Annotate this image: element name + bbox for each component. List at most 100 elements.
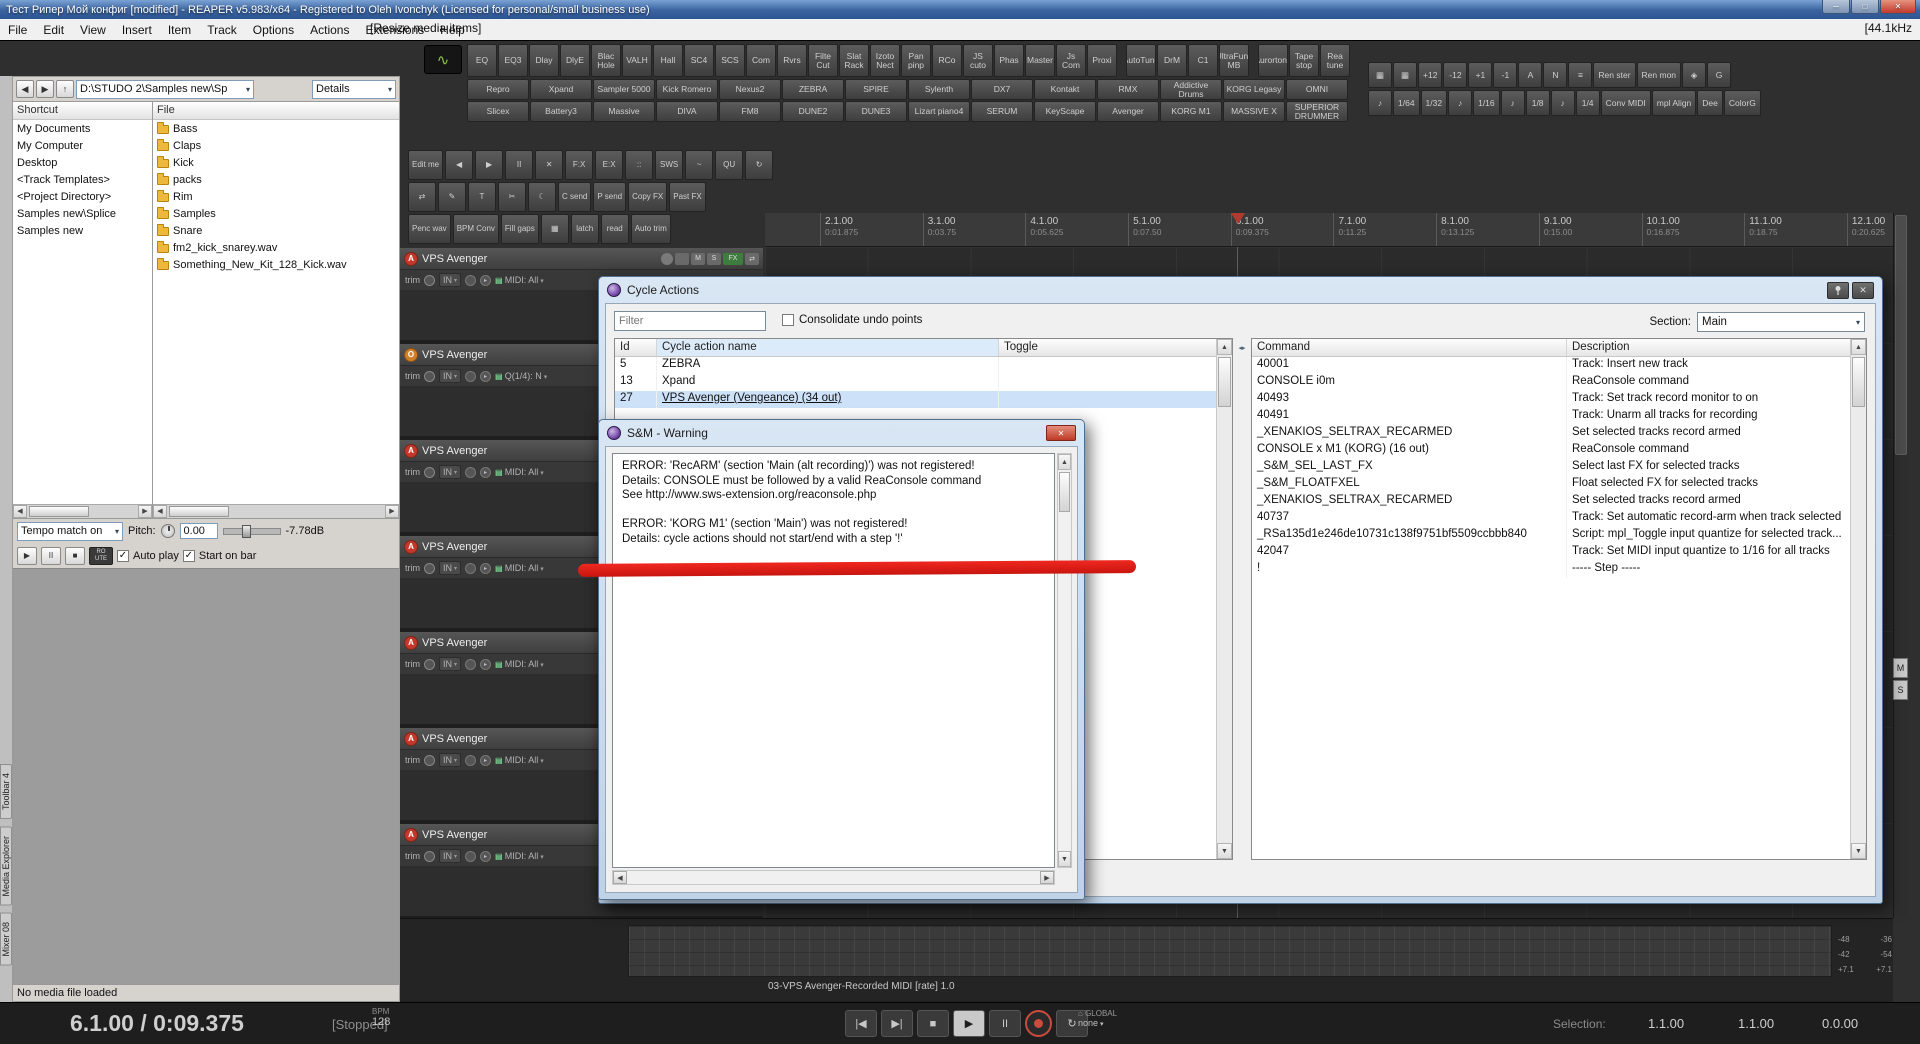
pitch-knob[interactable]	[160, 524, 175, 538]
docker-tab[interactable]: Toolbar 4	[0, 763, 12, 819]
close-icon[interactable]: ✕	[1852, 281, 1874, 299]
record-arm-button[interactable]: A	[404, 443, 418, 458]
toolbar-button[interactable]: ♪	[1368, 90, 1392, 116]
instrument-button[interactable]: Xpand	[530, 79, 592, 100]
toolbar-button[interactable]: JS cuto	[963, 44, 993, 77]
track-toolbar-button[interactable]: II	[505, 150, 534, 180]
monitor-play-button[interactable]: ▸	[480, 370, 492, 382]
cycle-table-vscrollbar[interactable]: ▲ ▼	[1216, 339, 1232, 859]
warning-vscrollbar[interactable]: ▲ ▼	[1057, 453, 1072, 868]
track-toolbar-button[interactable]: SWS	[655, 150, 684, 180]
track-toolbar-button[interactable]: ↻	[745, 150, 774, 180]
toolbar-button[interactable]: Proxi	[1087, 44, 1117, 77]
volume-knob[interactable]	[424, 562, 435, 574]
shortcut-hscrollbar[interactable]: ◀ ▶	[13, 503, 152, 518]
file-item[interactable]: fm2_kick_snarey.wav	[153, 239, 399, 256]
toolbar-button[interactable]: Filte Cut	[808, 44, 838, 77]
menu-item[interactable]: Item	[160, 21, 199, 39]
docker-tab[interactable]: Mixer 08	[0, 913, 12, 966]
toolbar-button[interactable]: ♪	[1448, 90, 1473, 116]
instrument-button[interactable]: Sylenth	[908, 79, 970, 100]
preview-volume-fader[interactable]	[222, 524, 281, 538]
track-toolbar-button[interactable]: read	[600, 214, 629, 244]
record-arm-button[interactable]: A	[404, 731, 418, 746]
monitor-button[interactable]	[465, 466, 477, 478]
toolbar-button[interactable]: DrM	[1157, 44, 1187, 77]
instrument-button[interactable]: Repro	[467, 79, 529, 100]
cycle-action-row[interactable]: 13 Xpand	[615, 374, 1232, 391]
toolbar-button[interactable]: ◈	[1682, 62, 1707, 88]
media-preview-area[interactable]	[13, 567, 399, 984]
instrument-button[interactable]: MASSIVE X	[1223, 101, 1285, 122]
toolbar-button[interactable]: Blac Hole	[591, 44, 621, 77]
record-arm-button[interactable]: A	[404, 635, 418, 650]
track-toolbar-button[interactable]: Auto trim	[630, 214, 671, 244]
command-row[interactable]: CONSOLE i0m ReaConsole command	[1252, 374, 1866, 391]
shortcut-item[interactable]: My Computer	[13, 137, 152, 154]
record-button[interactable]	[1025, 1010, 1052, 1037]
cycle-action-row[interactable]: 5 ZEBRA	[615, 357, 1232, 374]
instrument-button[interactable]: RMX	[1097, 79, 1159, 100]
shortcut-item[interactable]: Desktop	[13, 154, 152, 171]
file-item[interactable]: Rim	[153, 188, 399, 205]
forward-button[interactable]: ▶	[36, 80, 54, 98]
close-button[interactable]: ✕	[1880, 0, 1916, 14]
preview-play-button[interactable]: ▶	[17, 546, 37, 565]
file-item[interactable]: Kick	[153, 154, 399, 171]
envelope-button[interactable]	[675, 252, 689, 265]
track-toolbar-button[interactable]: ◀	[445, 150, 474, 180]
shortcut-item[interactable]: <Project Directory>	[13, 188, 152, 205]
toolbar-button[interactable]: Master	[1025, 44, 1055, 77]
instrument-button[interactable]: Addictive Drums	[1160, 79, 1222, 100]
instrument-button[interactable]: KORG Legasy	[1223, 79, 1285, 100]
file-column-header[interactable]: File	[153, 102, 399, 120]
toolbar-button[interactable]: 1/64	[1393, 90, 1420, 116]
toolbar-button[interactable]: 1/8	[1525, 90, 1550, 116]
timeline-ruler[interactable]: 2.1.00 0:01.875 3.1.00 0:03.75 4.1.00 0:…	[765, 213, 1893, 247]
record-arm-button[interactable]: A	[404, 827, 418, 842]
command-row[interactable]: 40493 Track: Set track record monitor to…	[1252, 391, 1866, 408]
preview-stop-button[interactable]: ■	[65, 546, 85, 565]
record-arm-button[interactable]: A	[404, 251, 418, 266]
minimize-button[interactable]: ─	[1822, 0, 1850, 14]
close-icon[interactable]: ✕	[1046, 425, 1076, 441]
file-hscrollbar[interactable]: ◀ ▶	[153, 503, 399, 518]
command-row[interactable]: _S&M_SEL_LAST_FX Select last FX for sele…	[1252, 459, 1866, 476]
volume-knob[interactable]	[424, 274, 435, 286]
shortcut-item[interactable]: Samples new	[13, 222, 152, 239]
menu-item[interactable]: Actions	[302, 21, 357, 39]
toolbar-button[interactable]: G	[1707, 62, 1732, 88]
midi-input-label[interactable]: MIDI: All	[495, 851, 544, 861]
input-button[interactable]: IN	[439, 561, 462, 575]
instrument-button[interactable]: Slicex	[467, 101, 529, 122]
track-toolbar-button[interactable]: BPM Conv	[452, 214, 499, 244]
selection-end[interactable]: 1.1.00	[1738, 1016, 1774, 1031]
instrument-button[interactable]: Avenger	[1097, 101, 1159, 122]
track-toolbar-button[interactable]: ~	[685, 150, 714, 180]
toolbar-button[interactable]: UltraFunk MB	[1219, 44, 1249, 77]
command-row[interactable]: 42047 Track: Set MIDI input quantize to …	[1252, 544, 1866, 561]
arrange-vscrollbar[interactable]	[1893, 213, 1908, 918]
toolbar-button[interactable]: Rvrs	[777, 44, 807, 77]
toolbar-button[interactable]: ColorG	[1723, 90, 1761, 116]
track-toolbar-button[interactable]: ⇄	[408, 182, 436, 212]
monitor-play-button[interactable]: ▸	[480, 466, 492, 478]
instrument-button[interactable]: KORG M1	[1160, 101, 1222, 122]
toolbar-button[interactable]: C1	[1188, 44, 1218, 77]
master-mute-button[interactable]: M	[1893, 658, 1908, 678]
instrument-button[interactable]: DX7	[971, 79, 1033, 100]
monitor-play-button[interactable]: ▸	[480, 754, 492, 766]
column-header-toggle[interactable]: Toggle	[999, 339, 1232, 356]
consolidate-undo-checkbox[interactable]	[782, 314, 794, 326]
warning-hscrollbar[interactable]: ◀ ▶	[612, 870, 1055, 885]
instrument-button[interactable]: Battery3	[530, 101, 592, 122]
preview-pause-button[interactable]: II	[41, 546, 61, 565]
selection-length[interactable]: 0.0.00	[1822, 1016, 1858, 1031]
command-row[interactable]: 40001 Track: Insert new track	[1252, 357, 1866, 374]
toolbar-button[interactable]: Aurortone	[1258, 44, 1288, 77]
back-button[interactable]: ◀	[16, 80, 34, 98]
tempo-match-dropdown[interactable]: Tempo match on	[17, 521, 123, 541]
input-button[interactable]: IN	[439, 273, 462, 287]
instrument-button[interactable]: SERUM	[971, 101, 1033, 122]
docker-tab[interactable]: Media Explorer	[0, 826, 12, 906]
